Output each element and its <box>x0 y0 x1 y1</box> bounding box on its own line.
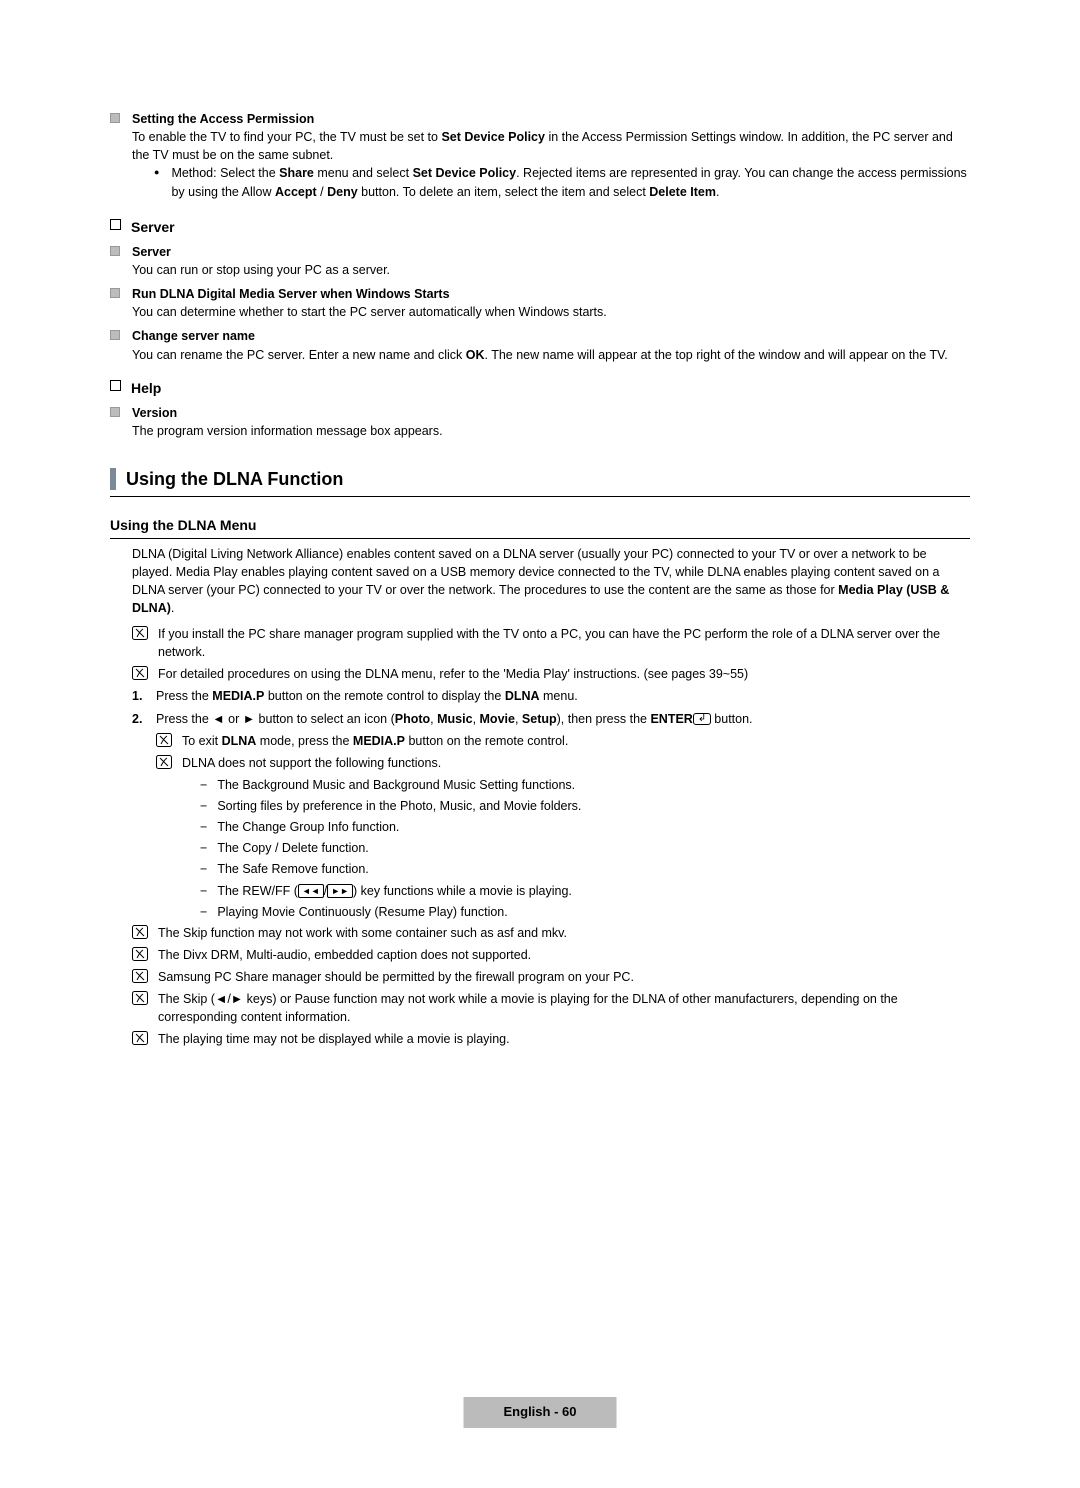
square-bullet-icon <box>110 407 120 417</box>
note-icon <box>132 991 148 1005</box>
para-access: To enable the TV to find your PC, the TV… <box>132 128 970 164</box>
square-bullet-icon <box>110 113 120 123</box>
checkbox-server: Server <box>110 217 970 237</box>
note-icon <box>132 947 148 961</box>
step-1: 1. Press the MEDIA.P button on the remot… <box>132 687 970 705</box>
dash-rew-ff: The REW/FF (◄◄/►►) key functions while a… <box>200 882 970 900</box>
checkbox-help: Help <box>110 378 970 398</box>
heading-access-permission: Setting the Access Permission <box>132 110 970 128</box>
section-bar-icon <box>110 468 116 490</box>
note-playing-time: The playing time may not be displayed wh… <box>132 1030 970 1048</box>
bullet-server-sub1: Server You can run or stop using your PC… <box>110 243 970 279</box>
bullet-server-sub2: Run DLNA Digital Media Server when Windo… <box>110 285 970 321</box>
bullet-server-sub3: Change server name You can rename the PC… <box>110 327 970 363</box>
heading-help: Help <box>131 378 161 398</box>
bullet-method: Method: Select the Share menu and select… <box>154 164 970 200</box>
note-icon <box>132 666 148 680</box>
note-install-pc-share: If you install the PC share manager prog… <box>132 625 970 661</box>
page-footer: English - 60 <box>464 1397 617 1428</box>
subheading-dlna-menu: Using the DLNA Menu <box>110 515 970 538</box>
square-bullet-icon <box>110 288 120 298</box>
step-2: 2. Press the ◄ or ► button to select an … <box>132 710 970 728</box>
dash-copy-delete: The Copy / Delete function. <box>200 839 970 857</box>
note-icon <box>156 755 172 769</box>
dash-safe-remove: The Safe Remove function. <box>200 860 970 878</box>
square-bullet-icon <box>110 330 120 340</box>
note-icon <box>156 733 172 747</box>
section-divider <box>110 496 970 497</box>
dash-resume-play: Playing Movie Continuously (Resume Play)… <box>200 903 970 921</box>
square-bullet-icon <box>110 246 120 256</box>
dash-bg-music: The Background Music and Background Musi… <box>200 776 970 794</box>
note-icon <box>132 1031 148 1045</box>
note-icon <box>132 969 148 983</box>
dash-sorting: Sorting files by preference in the Photo… <box>200 797 970 815</box>
note-icon <box>132 925 148 939</box>
dash-change-group: The Change Group Info function. <box>200 818 970 836</box>
para-dlna-intro: DLNA (Digital Living Network Alliance) e… <box>132 545 970 618</box>
note-divx: The Divx DRM, Multi-audio, embedded capt… <box>132 946 970 964</box>
note-skip-pause: The Skip (◄/► keys) or Pause function ma… <box>132 990 970 1026</box>
note-detailed-procedures: For detailed procedures on using the DLN… <box>132 665 970 683</box>
bullet-access-permission: Setting the Access Permission To enable … <box>110 110 970 203</box>
heading-server: Server <box>131 217 175 237</box>
ff-key-icon: ►► <box>327 884 353 898</box>
checkbox-icon <box>110 380 121 391</box>
bullet-help-version: Version The program version information … <box>110 404 970 440</box>
enter-icon <box>693 713 711 725</box>
section-dlna-function: Using the DLNA Function <box>110 466 970 497</box>
checkbox-icon <box>110 219 121 230</box>
note-icon <box>132 626 148 640</box>
note-exit-dlna: To exit DLNA mode, press the MEDIA.P but… <box>156 732 970 750</box>
note-skip-container: The Skip function may not work with some… <box>132 924 970 942</box>
note-firewall: Samsung PC Share manager should be permi… <box>132 968 970 986</box>
rew-key-icon: ◄◄ <box>298 884 324 898</box>
note-not-supported-list: DLNA does not support the following func… <box>156 754 970 772</box>
